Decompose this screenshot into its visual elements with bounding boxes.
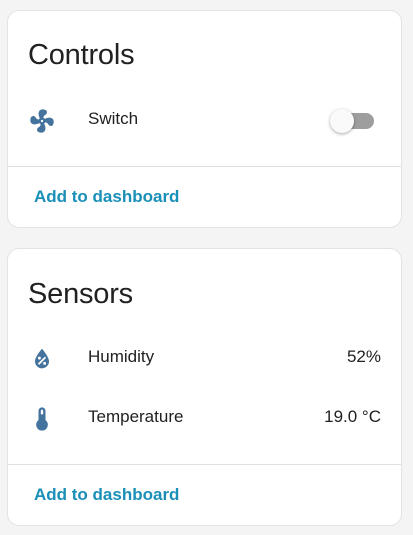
card-title: Sensors bbox=[28, 278, 133, 310]
page: Controls Switch Add to dashboard Sensors bbox=[0, 0, 413, 535]
entity-row-switch[interactable]: Switch bbox=[8, 99, 401, 139]
toggle-knob bbox=[330, 109, 354, 133]
divider bbox=[8, 464, 401, 465]
entity-label: Switch bbox=[88, 109, 139, 128]
add-to-dashboard-button[interactable]: Add to dashboard bbox=[34, 187, 179, 207]
add-to-dashboard-button[interactable]: Add to dashboard bbox=[34, 485, 179, 505]
entity-row-humidity[interactable]: Humidity 52% bbox=[8, 337, 401, 377]
thermometer-icon bbox=[28, 405, 56, 433]
card-title: Controls bbox=[28, 39, 135, 71]
controls-card: Controls Switch Add to dashboard bbox=[7, 10, 402, 228]
switch-toggle[interactable] bbox=[330, 109, 376, 133]
entity-value: 52% bbox=[346, 347, 381, 366]
sensors-card: Sensors Humidity 52% Temperature 19.0 °C… bbox=[7, 248, 402, 526]
fan-icon bbox=[28, 107, 56, 135]
entity-value: 19.0 °C bbox=[324, 407, 381, 426]
entity-row-temperature[interactable]: Temperature 19.0 °C bbox=[8, 397, 401, 437]
entity-label: Temperature bbox=[88, 407, 184, 426]
water-percent-icon bbox=[28, 345, 56, 373]
entity-label: Humidity bbox=[88, 347, 155, 366]
divider bbox=[8, 166, 401, 167]
